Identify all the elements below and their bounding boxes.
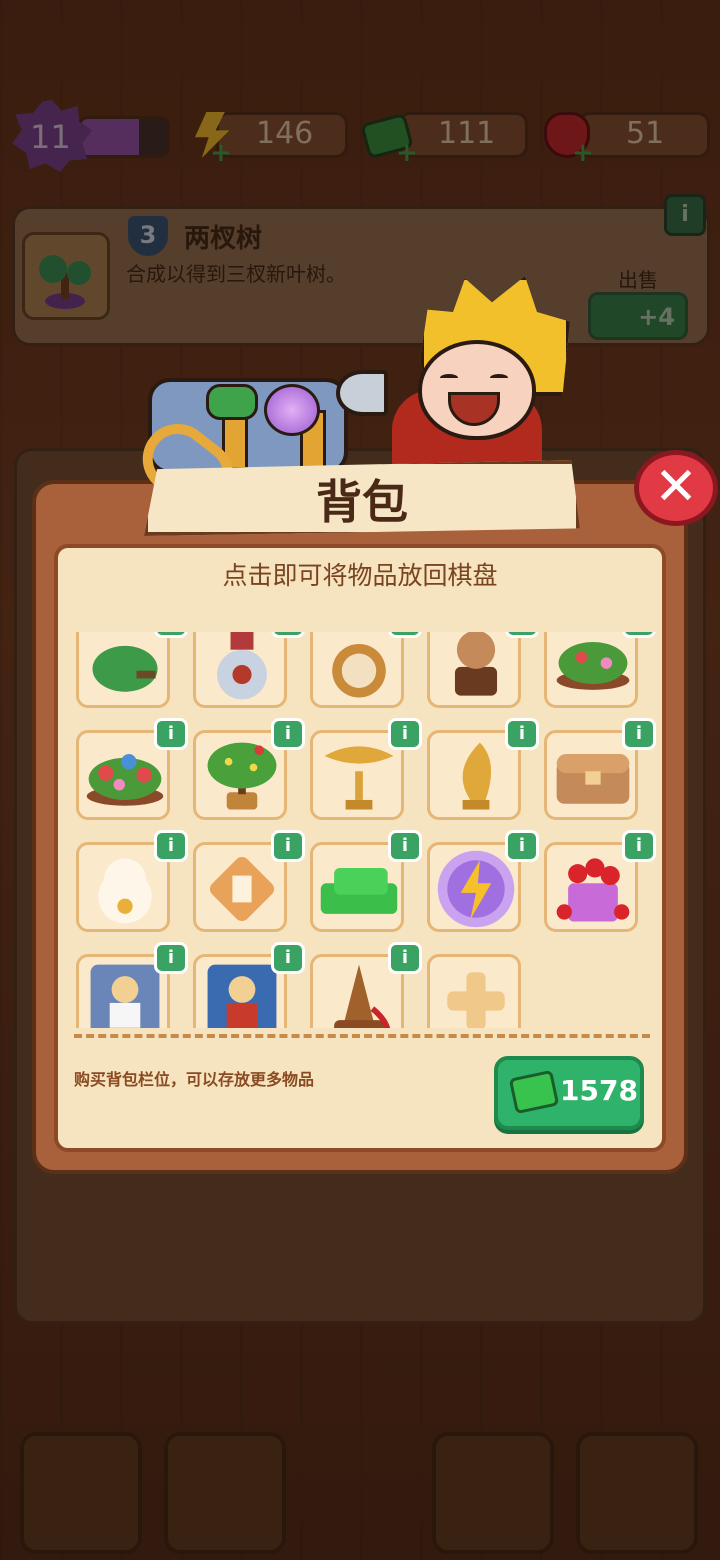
energy-orb-illustration [264,384,320,436]
item-info-icon[interactable]: i [154,718,188,750]
item-info-icon[interactable]: i [271,718,305,750]
backpack-hint: 点击即可将物品放回棋盘 [222,561,498,590]
buy-slot-description: 购买背包栏位，可以存放更多物品 [74,1070,315,1089]
item-info-icon[interactable]: i [271,632,305,638]
item-info-icon[interactable]: i [622,632,656,638]
pocket-watch-icon [332,643,386,698]
backpack-item-warrior-bust[interactable] [427,632,521,708]
item-info-icon[interactable]: i [622,718,656,750]
item-info-icon[interactable]: i [388,830,422,862]
add-slot-icon [447,972,505,1028]
item-info-icon[interactable]: i [388,942,422,974]
item-info-icon[interactable]: i [505,830,539,862]
painted-vase-icon [217,632,267,700]
modal-title: 背包 [316,475,408,529]
item-info-icon[interactable]: i [271,942,305,974]
item-info-icon[interactable]: i [388,718,422,750]
backpack-item-painted-vase[interactable] [193,632,287,708]
backpack-item-pocket-watch[interactable] [310,632,404,708]
leafy-plant-icon [92,645,158,692]
item-info-icon[interactable]: i [388,632,422,638]
warrior-bust-icon [454,632,498,696]
close-button[interactable]: ✕ [634,450,718,526]
divider [74,1034,650,1038]
item-info-icon[interactable]: i [154,942,188,974]
buy-price: 1578 [560,1074,638,1107]
item-info-icon[interactable]: i [505,718,539,750]
item-info-icon[interactable]: i [622,830,656,862]
item-info-icon[interactable]: i [271,830,305,862]
item-info-icon[interactable]: i [154,632,188,638]
character-eye [440,374,458,382]
character-eye [490,374,508,382]
item-info-icon[interactable]: i [154,830,188,862]
flower-bush-icon [556,642,630,690]
item-info-icon[interactable]: i [505,632,539,638]
backpack-grid: i i i i i i i i i i i i i i i i i i [70,632,660,1028]
backpack-item-leafy-plant[interactable] [76,632,170,708]
add-slot-button[interactable] [427,954,521,1028]
backpack-item-flower-bush[interactable] [544,632,638,708]
plant-illustration [206,384,258,420]
axe-icon [336,370,388,416]
